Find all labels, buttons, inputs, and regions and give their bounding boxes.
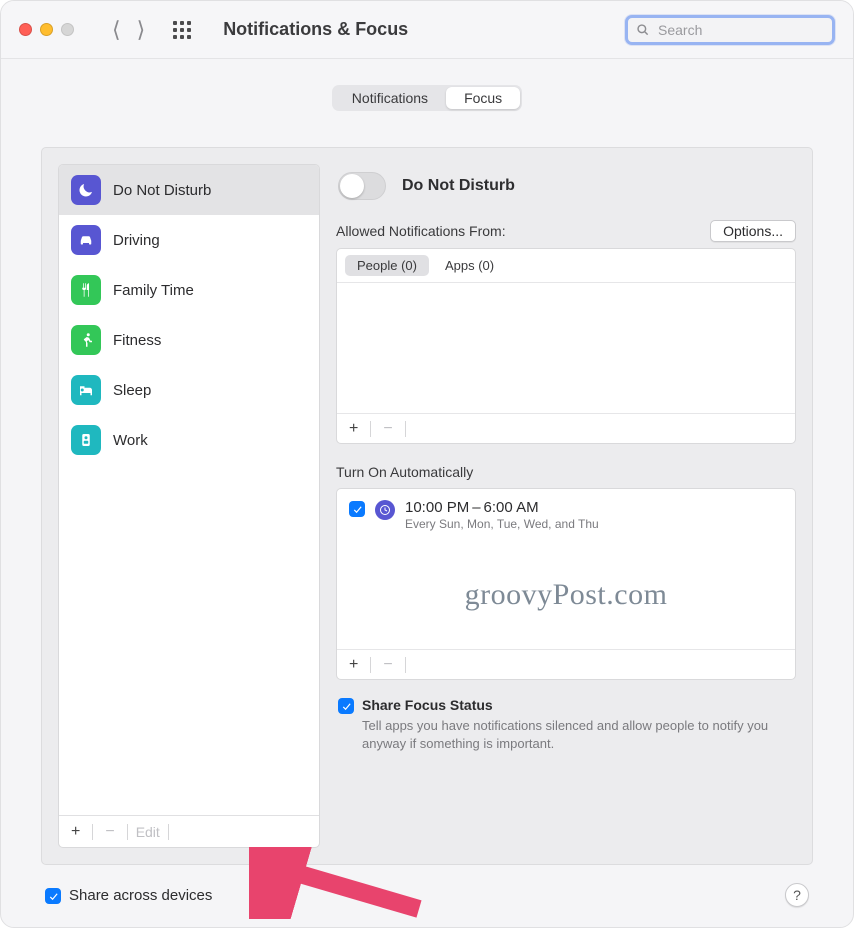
badge-icon — [71, 425, 101, 455]
content-area: Do Not Disturb Driving Family Time — [41, 147, 813, 865]
schedule-days: Every Sun, Mon, Tue, Wed, and Thu — [405, 517, 599, 531]
back-button[interactable]: ⟨ — [112, 17, 121, 43]
fork-knife-icon — [71, 275, 101, 305]
allowed-tab-people[interactable]: People (0) — [345, 255, 429, 276]
checkmark-icon — [352, 504, 363, 515]
nav-buttons: ⟨ ⟩ — [112, 17, 145, 43]
search-input[interactable] — [656, 21, 824, 39]
schedule-time-range: 10:00 PM – 6:00 AM — [405, 499, 599, 516]
automation-footer: + − — [337, 649, 795, 679]
add-focus-button[interactable]: + — [67, 823, 84, 841]
schedule-text: 10:00 PM – 6:00 AM Every Sun, Mon, Tue, … — [405, 499, 599, 531]
checkmark-icon — [48, 891, 59, 902]
automation-add-button[interactable]: + — [345, 656, 362, 674]
schedule-checkbox[interactable] — [349, 501, 365, 517]
focus-mode-label: Sleep — [113, 382, 151, 399]
allowed-tabs: People (0) Apps (0) — [337, 249, 795, 283]
running-icon — [71, 325, 101, 355]
allowed-notifications-panel: People (0) Apps (0) + − — [336, 248, 796, 444]
allowed-footer: + − — [337, 413, 795, 443]
focus-mode-work[interactable]: Work — [59, 415, 319, 465]
share-focus-status-label: Share Focus Status — [362, 697, 493, 713]
preferences-window: ⟨ ⟩ Notifications & Focus Notifications … — [0, 0, 854, 928]
focus-mode-label: Work — [113, 432, 148, 449]
sidebar-footer: + − Edit — [59, 815, 319, 847]
focus-mode-driving[interactable]: Driving — [59, 215, 319, 265]
focus-mode-sleep[interactable]: Sleep — [59, 365, 319, 415]
allowed-list — [337, 283, 795, 413]
allowed-remove-button[interactable]: − — [379, 420, 396, 438]
focus-detail: Do Not Disturb Allowed Notifications Fro… — [336, 164, 796, 848]
schedule-row[interactable]: 10:00 PM – 6:00 AM Every Sun, Mon, Tue, … — [337, 489, 795, 541]
forward-button[interactable]: ⟩ — [137, 17, 146, 43]
moon-icon — [71, 175, 101, 205]
show-all-prefs-button[interactable] — [173, 21, 191, 39]
focus-sidebar: Do Not Disturb Driving Family Time — [58, 164, 320, 848]
allowed-add-button[interactable]: + — [345, 420, 362, 438]
share-focus-status-description: Tell apps you have notifications silence… — [362, 717, 794, 752]
clock-icon — [375, 500, 395, 520]
search-field[interactable] — [625, 15, 835, 45]
close-window-button[interactable] — [19, 23, 32, 36]
search-icon — [636, 23, 650, 37]
focus-mode-fitness[interactable]: Fitness — [59, 315, 319, 365]
do-not-disturb-toggle-label: Do Not Disturb — [402, 177, 515, 195]
notifications-focus-segmented: Notifications Focus — [332, 85, 522, 111]
options-button[interactable]: Options... — [710, 220, 796, 242]
remove-focus-button[interactable]: − — [101, 823, 118, 841]
tab-notifications[interactable]: Notifications — [334, 87, 446, 109]
focus-mode-label: Do Not Disturb — [113, 182, 211, 199]
focus-mode-list: Do Not Disturb Driving Family Time — [59, 165, 319, 815]
share-across-devices-label: Share across devices — [69, 887, 212, 904]
bottom-row: Share across devices ? — [45, 883, 809, 907]
zoom-window-button[interactable] — [61, 23, 74, 36]
focus-mode-label: Fitness — [113, 332, 161, 349]
titlebar: ⟨ ⟩ Notifications & Focus — [1, 1, 853, 59]
share-across-devices-checkbox[interactable] — [45, 888, 61, 904]
allowed-notifications-label: Allowed Notifications From: Options... — [336, 220, 796, 242]
minimize-window-button[interactable] — [40, 23, 53, 36]
turn-on-automatically-label: Turn On Automatically — [336, 464, 796, 480]
automation-panel: 10:00 PM – 6:00 AM Every Sun, Mon, Tue, … — [336, 488, 796, 680]
traffic-lights — [19, 23, 74, 36]
focus-mode-label: Driving — [113, 232, 160, 249]
automation-remove-button[interactable]: − — [379, 656, 396, 674]
edit-focus-button[interactable]: Edit — [136, 824, 160, 840]
focus-mode-label: Family Time — [113, 282, 194, 299]
focus-mode-family-time[interactable]: Family Time — [59, 265, 319, 315]
share-focus-status-section: Share Focus Status Tell apps you have no… — [336, 686, 796, 754]
do-not-disturb-toggle[interactable] — [338, 172, 386, 200]
window-title: Notifications & Focus — [223, 19, 408, 40]
tab-focus[interactable]: Focus — [446, 87, 520, 109]
car-icon — [71, 225, 101, 255]
focus-mode-do-not-disturb[interactable]: Do Not Disturb — [59, 165, 319, 215]
watermark-text: groovyPost.com — [337, 541, 795, 649]
bed-icon — [71, 375, 101, 405]
share-focus-status-checkbox[interactable] — [338, 698, 354, 714]
allowed-tab-apps[interactable]: Apps (0) — [433, 255, 506, 276]
focus-enable-row: Do Not Disturb — [336, 164, 796, 210]
help-button[interactable]: ? — [785, 883, 809, 907]
checkmark-icon — [341, 701, 352, 712]
